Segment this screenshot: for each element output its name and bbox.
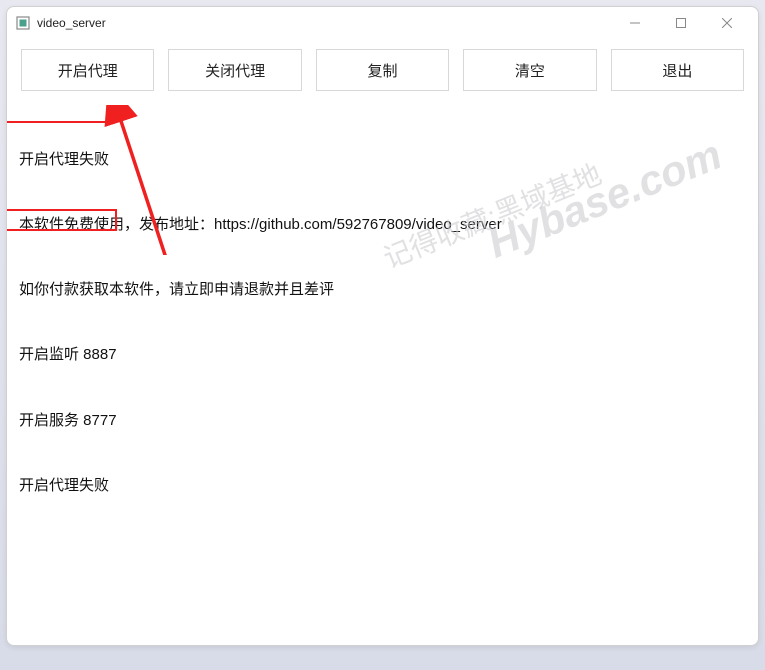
- titlebar: video_server: [7, 7, 758, 39]
- log-output: 开启代理失败 本软件免费使用，发布地址：https://github.com/5…: [19, 105, 746, 540]
- log-line: 如你付款获取本软件，请立即申请退款并且差评: [19, 279, 746, 301]
- app-window: video_server 开启代理 关闭代理 复制 清空 退出 记得收藏:黑域基…: [6, 6, 759, 646]
- log-line: 开启监听 8887: [19, 344, 746, 366]
- minimize-button[interactable]: [612, 7, 658, 39]
- log-line: 本软件免费使用，发布地址：https://github.com/59276780…: [19, 214, 746, 236]
- start-proxy-button[interactable]: 开启代理: [21, 49, 154, 91]
- content-area: 记得收藏:黑域基地 Hybase.com 开启代理失败 本软件免费使用，发布地址…: [7, 105, 758, 645]
- copy-button[interactable]: 复制: [316, 49, 449, 91]
- clear-button[interactable]: 清空: [463, 49, 596, 91]
- log-line: 开启代理失败: [19, 475, 746, 497]
- log-line: 开启代理失败: [19, 149, 746, 171]
- window-title: video_server: [37, 16, 106, 30]
- exit-button[interactable]: 退出: [611, 49, 744, 91]
- maximize-button[interactable]: [658, 7, 704, 39]
- close-button[interactable]: [704, 7, 750, 39]
- log-line: 开启服务 8777: [19, 410, 746, 432]
- app-icon: [15, 15, 31, 31]
- stop-proxy-button[interactable]: 关闭代理: [168, 49, 301, 91]
- toolbar: 开启代理 关闭代理 复制 清空 退出: [7, 39, 758, 105]
